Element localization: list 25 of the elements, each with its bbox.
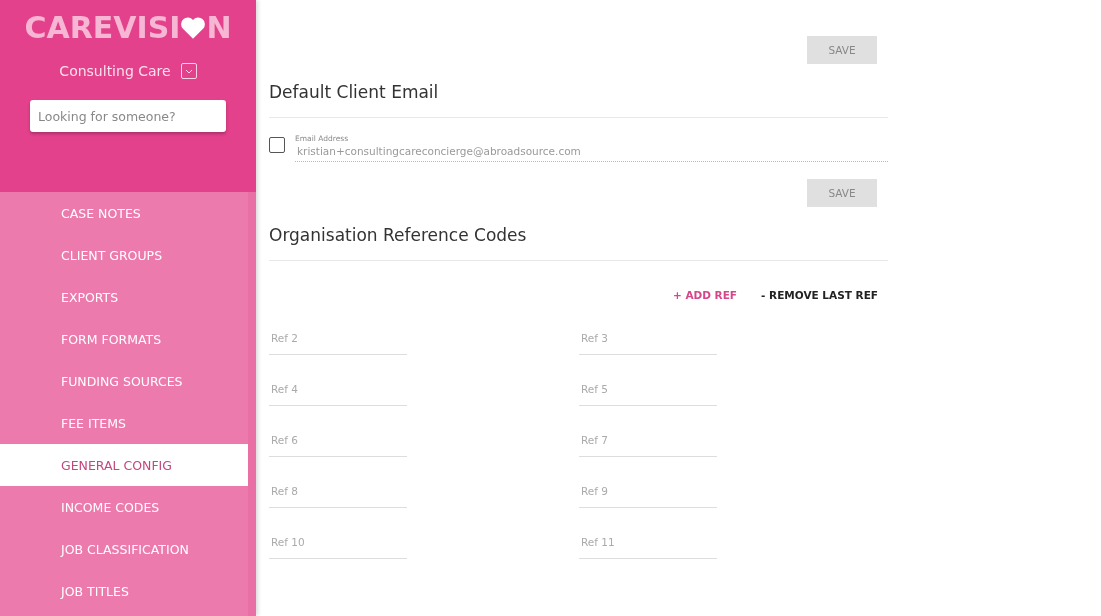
add-ref-link[interactable]: + ADD REF: [672, 289, 738, 301]
nav-item[interactable]: JOB TITLES: [0, 570, 248, 612]
logo-text: CAREVISI: [24, 10, 181, 45]
nav-item[interactable]: FUNDING SOURCES: [0, 360, 248, 402]
remove-ref-link[interactable]: - REMOVE LAST REF: [761, 289, 878, 301]
nav-item[interactable]: JOB CLASSIFICATION: [0, 528, 248, 570]
search-field[interactable]: Looking for someone?: [30, 100, 226, 132]
nav-item[interactable]: CLIENT GROUPS: [0, 234, 248, 276]
field-value: kristian+consultingcareconcierge@abroadsource.com: [296, 145, 582, 157]
organisation-name: Consulting Care: [59, 63, 171, 79]
chevron-down-icon: [184, 68, 193, 74]
nav-item[interactable]: GENERAL CONFIG: [0, 444, 248, 486]
heart-icon: [180, 15, 207, 40]
nav-item[interactable]: CASE NOTES: [0, 192, 248, 234]
dropdown-button[interactable]: [180, 63, 197, 79]
checkbox[interactable]: [269, 137, 285, 153]
section-title: Default Client Email: [269, 82, 888, 118]
nav-item[interactable]: INCOME CODES: [0, 486, 248, 528]
nav-item[interactable]: FEE ITEMS: [0, 402, 248, 444]
logo-text: N: [206, 10, 232, 45]
nav-item[interactable]: FORM FORMATS: [0, 318, 248, 360]
nav-item[interactable]: EXPORTS: [0, 276, 248, 318]
save-button[interactable]: SAVE: [807, 36, 877, 64]
save-button[interactable]: SAVE: [807, 179, 877, 207]
section-title: Organisation Reference Codes: [269, 225, 888, 261]
